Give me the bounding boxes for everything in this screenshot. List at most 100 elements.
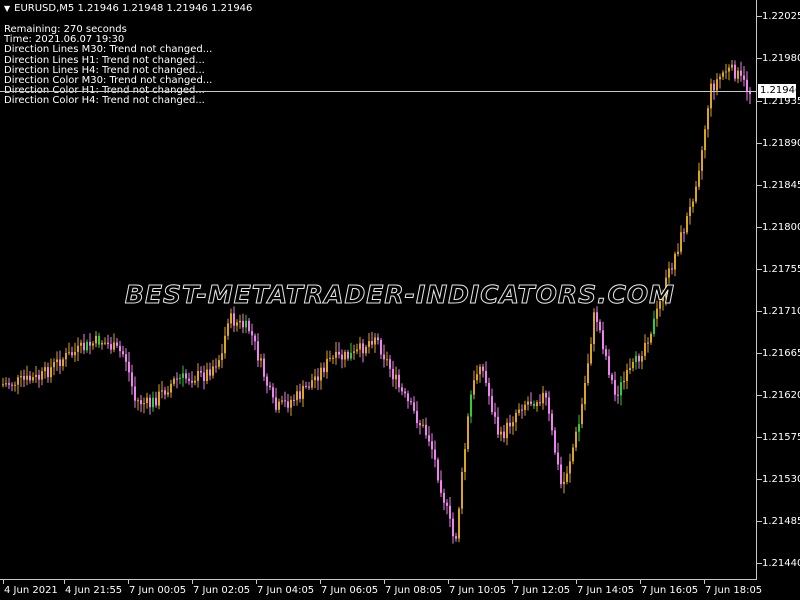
time-label: 4 Jun 21:55 [65, 585, 123, 596]
candle-body [653, 318, 655, 334]
candle-body [155, 397, 157, 406]
candle-body [467, 416, 469, 450]
candle-body [449, 505, 451, 519]
candle-body [650, 333, 652, 343]
candle-body [359, 343, 361, 350]
candle-body [632, 362, 634, 369]
candle-body [410, 401, 412, 403]
candle-body [221, 353, 223, 361]
candle-body [146, 397, 148, 403]
candle-body [26, 375, 28, 380]
candle-body [620, 382, 622, 396]
candle-body [23, 376, 25, 380]
time-label: 7 Jun 12:05 [513, 585, 571, 596]
watermark-text: BEST-METATRADER-INDICATORS.COM [124, 280, 676, 310]
candle-body [179, 377, 181, 379]
current-price-label: 1.21946 [758, 84, 800, 98]
candle-body [440, 480, 442, 493]
triangle-down-icon[interactable]: ▼ [4, 3, 10, 15]
candle-body [224, 335, 226, 354]
candle-body [713, 83, 715, 91]
candle-body [290, 399, 292, 408]
candle-body [686, 216, 688, 233]
price-label: 1.21440 [762, 558, 800, 569]
time-tick [640, 580, 641, 584]
candle-body [293, 399, 295, 401]
candle-body [683, 232, 685, 234]
candle-body [416, 410, 418, 424]
candle-body [413, 402, 415, 411]
candle-body [386, 359, 388, 361]
price-label: 1.21575 [762, 432, 800, 443]
candle-body [329, 357, 331, 359]
candle-body [134, 386, 136, 401]
candle-body [533, 403, 535, 407]
candle-body [254, 335, 256, 342]
candle-body [194, 380, 196, 383]
candle-body [590, 344, 592, 364]
candle-body [296, 391, 298, 401]
candle-body [110, 344, 112, 350]
candle-body [287, 401, 289, 408]
candle-body [743, 75, 745, 80]
candle-body [29, 375, 31, 381]
candle-body [644, 343, 646, 356]
candle-body [551, 413, 553, 431]
price-label: 1.21620 [762, 390, 800, 401]
candle-body [140, 400, 142, 405]
candle-body [167, 392, 169, 395]
candle-body [275, 397, 277, 410]
time-label: 7 Jun 14:05 [577, 585, 635, 596]
candle-body [572, 447, 574, 462]
price-label: 1.21980 [762, 53, 800, 64]
candle-body [545, 392, 547, 398]
candle-body [173, 378, 175, 384]
candle-body [41, 371, 43, 380]
candle-body [524, 404, 526, 411]
candle-body [122, 351, 124, 355]
candle-body [422, 424, 424, 426]
symbol-quote-line: EURUSD,M5 1.21946 1.21948 1.21946 1.2194… [14, 3, 253, 14]
candle-body [731, 64, 733, 68]
price-label: 1.21755 [762, 264, 800, 275]
candle-body [398, 374, 400, 388]
candle-body [647, 342, 649, 344]
candle-body [95, 335, 97, 344]
candle-body [59, 359, 61, 366]
candle-body [311, 380, 313, 388]
candle-body [230, 313, 232, 324]
candle-body [656, 308, 658, 319]
candle-body [419, 423, 421, 426]
candle-body [401, 387, 403, 392]
candle-body [239, 320, 241, 323]
candle-body [341, 354, 343, 360]
time-tick [320, 580, 321, 584]
candle-body [509, 422, 511, 427]
candle-body [113, 342, 115, 350]
candle-body [680, 232, 682, 252]
candle-body [599, 321, 601, 331]
time-tick [512, 580, 513, 584]
candle-body [470, 394, 472, 417]
candle-body [20, 376, 22, 378]
candle-body [641, 356, 643, 362]
time-label: 7 Jun 18:05 [705, 585, 763, 596]
candle-body [695, 186, 697, 202]
candle-body [689, 206, 691, 217]
candle-body [569, 461, 571, 474]
candle-body [629, 368, 631, 370]
candle-body [191, 380, 193, 383]
candle-body [515, 412, 517, 423]
candle-body [131, 372, 133, 387]
candle-body [614, 380, 616, 395]
candle-body [251, 331, 253, 336]
time-axis[interactable]: 4 Jun 2021 4 Jun 21:55 7 Jun 00:05 7 Jun… [0, 580, 762, 600]
candle-body [485, 370, 487, 383]
candle-body [32, 377, 34, 381]
candle-body [56, 359, 58, 363]
candle-body [692, 201, 694, 207]
candle-body [320, 367, 322, 381]
candle-body [107, 342, 109, 345]
candle-body [314, 376, 316, 381]
candle-body [596, 312, 598, 322]
